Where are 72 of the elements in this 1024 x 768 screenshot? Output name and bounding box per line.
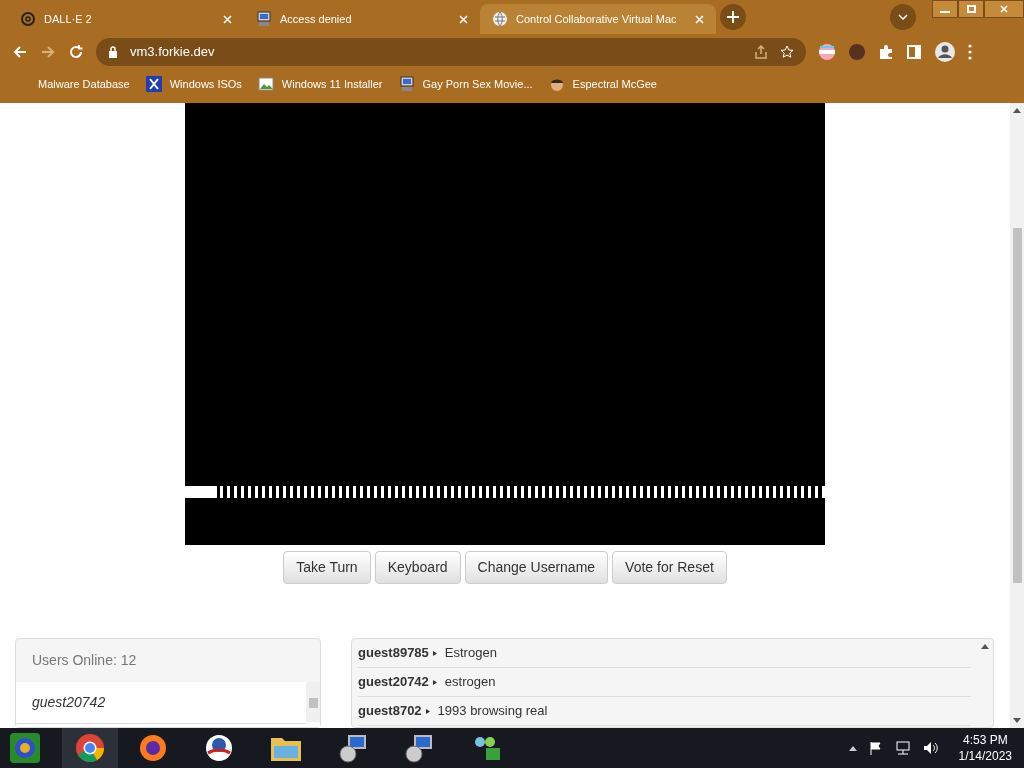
profile-icon[interactable] xyxy=(934,41,956,63)
avatar-extension-icon[interactable] xyxy=(848,43,866,61)
flag-extension-icon[interactable] xyxy=(818,43,836,61)
tab-search-button[interactable] xyxy=(890,4,916,30)
bookmark-item[interactable]: Windows 11 Installer xyxy=(281,75,383,93)
chevron-down-icon xyxy=(898,14,908,20)
page-scrollbar[interactable] xyxy=(1010,103,1024,728)
scroll-up-icon[interactable] xyxy=(981,643,989,649)
bookmark-item[interactable]: Windows ISOs xyxy=(169,75,242,93)
address-bar[interactable]: vm3.forkie.dev xyxy=(96,38,806,66)
reload-icon[interactable] xyxy=(68,44,84,60)
side-panel-icon[interactable] xyxy=(906,44,922,60)
globe-icon xyxy=(492,11,508,27)
browser-tab[interactable]: Control Collaborative Virtual Mac xyxy=(480,4,716,34)
close-window-button[interactable] xyxy=(984,0,1024,18)
computer-icon xyxy=(398,76,415,92)
chat-message: Estrogen xyxy=(444,644,497,663)
more-vertical-icon[interactable] xyxy=(968,44,972,60)
bookmark-item[interactable]: Espectral McGee xyxy=(572,75,657,93)
action-button[interactable]: Vote for Reset xyxy=(612,551,727,584)
puzzle-icon[interactable] xyxy=(878,44,894,60)
flag-icon[interactable] xyxy=(868,741,883,755)
plus-icon xyxy=(727,11,739,23)
close-icon[interactable] xyxy=(223,14,232,24)
close-icon[interactable] xyxy=(695,14,704,24)
image-icon xyxy=(257,76,274,92)
new-tab-button[interactable] xyxy=(720,4,746,30)
fox-browser-icon[interactable] xyxy=(138,733,168,763)
minimize-button[interactable] xyxy=(932,0,958,18)
start-button-icon[interactable] xyxy=(8,731,42,765)
computer-disc-icon[interactable] xyxy=(404,733,434,763)
browser-tab[interactable]: DALL·E 2 xyxy=(8,4,244,34)
triangle-icon xyxy=(432,679,437,685)
network-icon[interactable] xyxy=(894,741,911,755)
chat-username: guest20742 xyxy=(358,673,429,692)
bookmark-item[interactable]: Malware Database xyxy=(38,75,130,93)
close-icon[interactable] xyxy=(459,14,468,24)
bookmark-item[interactable]: Gay Porn Sex Movie... xyxy=(422,75,533,93)
users-heading: Users Online: 12 xyxy=(31,651,138,670)
chat-message: 1993 browsing real xyxy=(437,702,548,721)
url-text: vm3.forkie.dev xyxy=(130,43,215,62)
browser-logo-icon xyxy=(75,733,105,763)
action-button[interactable]: Keyboard xyxy=(374,551,461,584)
back-arrow-icon[interactable] xyxy=(12,44,28,60)
star-icon[interactable] xyxy=(780,45,794,59)
circle-logo-icon[interactable] xyxy=(204,733,234,763)
chat-message: estrogen xyxy=(444,673,496,692)
speaker-icon[interactable] xyxy=(922,741,939,755)
triangle-icon xyxy=(432,650,437,656)
browser-tab[interactable]: Access denied xyxy=(244,4,480,34)
chat-username: guest8702 xyxy=(358,702,422,721)
computer-icon xyxy=(256,11,272,27)
lock-icon xyxy=(108,46,118,58)
taskbar-app[interactable] xyxy=(62,728,118,768)
scroll-up-icon[interactable] xyxy=(1013,107,1021,113)
scroll-down-icon[interactable] xyxy=(1013,718,1021,724)
chat-username: guest89785 xyxy=(358,644,429,663)
tab-title: DALL·E 2 xyxy=(44,11,93,27)
triangle-icon xyxy=(425,708,430,714)
action-button[interactable]: Take Turn xyxy=(283,551,371,584)
maximize-button[interactable] xyxy=(958,0,984,18)
close-icon xyxy=(1000,5,1008,13)
face-icon xyxy=(548,76,565,92)
computer-disc-icon[interactable] xyxy=(338,733,368,763)
share-icon[interactable] xyxy=(754,45,768,59)
tab-title: Control Collaborative Virtual Mac xyxy=(516,11,678,27)
action-button[interactable]: Change Username xyxy=(464,551,609,584)
tab-title: Access denied xyxy=(280,11,353,27)
clock[interactable]: 4:53 PM 1/14/2023 xyxy=(958,732,1012,764)
scrollbar[interactable] xyxy=(306,682,320,722)
x-logo-icon xyxy=(145,76,162,92)
show-hidden-icon[interactable] xyxy=(848,745,857,751)
